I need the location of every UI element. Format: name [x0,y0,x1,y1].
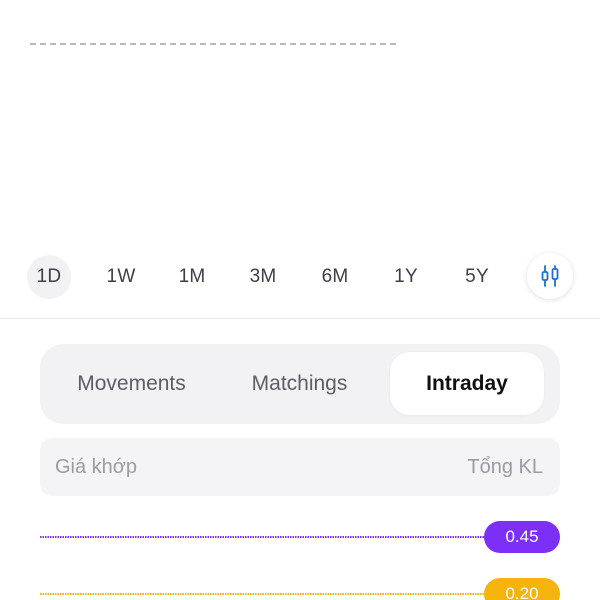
range-1m-button[interactable]: 1M [170,255,214,299]
range-6m-button[interactable]: 6M [313,255,357,299]
level-bar [40,593,490,595]
level-value-badge: 0.20 [484,578,560,600]
column-header-price: Giá khớp [55,455,138,478]
level-value-badge: 0.45 [484,521,560,553]
intraday-table-header: Giá khớp Tổng KL [40,438,560,496]
tab-intraday[interactable]: Intraday [390,352,544,415]
range-1w-button[interactable]: 1W [99,255,143,299]
intraday-level-row: 0.45 [40,521,560,553]
reference-price-line [30,43,396,45]
range-5y-button[interactable]: 5Y [455,255,499,299]
range-1y-button[interactable]: 1Y [384,255,428,299]
level-bar [40,536,490,538]
candlestick-icon [541,265,559,287]
section-divider [0,318,600,319]
range-1d-button[interactable]: 1D [27,255,71,299]
time-range-selector: 1D 1W 1M 3M 6M 1Y 5Y [0,253,600,301]
price-chart[interactable] [0,0,600,240]
intraday-level-row: 0.20 [40,578,560,600]
column-header-volume: Tổng KL [467,455,543,478]
tab-matchings[interactable]: Matchings [218,352,381,415]
detail-tabs: Movements Matchings Intraday [40,344,560,424]
range-3m-button[interactable]: 3M [241,255,285,299]
stock-detail-screen: 1D 1W 1M 3M 6M 1Y 5Y Movements Matchings… [0,0,600,600]
chart-type-toggle-button[interactable] [527,253,573,299]
tab-movements[interactable]: Movements [50,352,213,415]
